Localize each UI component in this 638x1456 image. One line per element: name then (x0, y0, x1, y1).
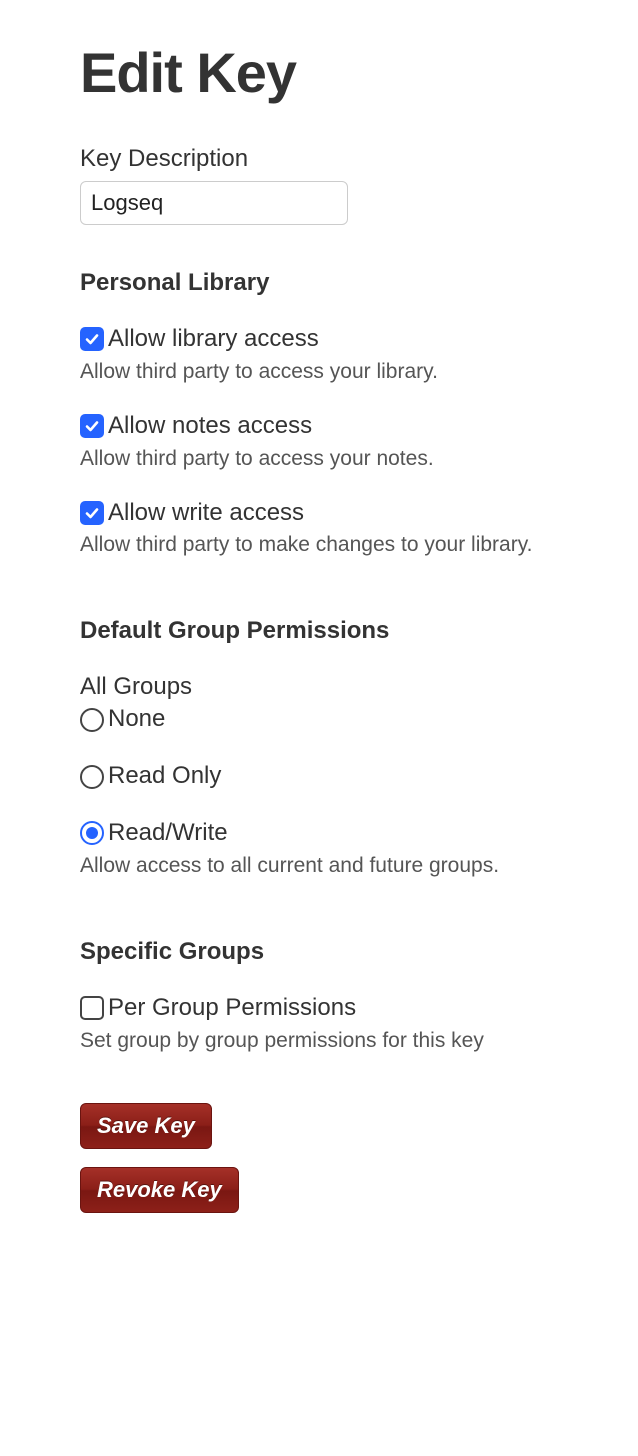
allow-library-access-checkbox[interactable] (80, 327, 104, 351)
group-perm-none-radio[interactable] (80, 708, 104, 732)
group-perm-readwrite-label: Read/Write (108, 819, 228, 848)
page-title: Edit Key (80, 40, 638, 105)
specific-groups-heading: Specific Groups (80, 938, 638, 966)
group-perm-readwrite-desc: Allow access to all current and future g… (80, 854, 638, 878)
group-perm-readwrite-radio[interactable] (80, 821, 104, 845)
allow-library-access-label: Allow library access (108, 325, 319, 354)
allow-write-access-desc: Allow third party to make changes to you… (80, 533, 638, 557)
allow-write-access-label: Allow write access (108, 499, 304, 528)
per-group-permissions-desc: Set group by group permissions for this … (80, 1029, 638, 1053)
revoke-key-button[interactable]: Revoke Key (80, 1167, 239, 1213)
group-perm-none-label: None (108, 705, 165, 734)
allow-notes-access-label: Allow notes access (108, 412, 312, 441)
allow-notes-access-desc: Allow third party to access your notes. (80, 447, 638, 471)
group-perm-readonly-label: Read Only (108, 762, 221, 791)
personal-library-heading: Personal Library (80, 269, 638, 297)
allow-notes-access-checkbox[interactable] (80, 414, 104, 438)
key-description-input[interactable] (80, 181, 348, 225)
group-perm-readonly-radio[interactable] (80, 765, 104, 789)
allow-library-access-desc: Allow third party to access your library… (80, 360, 638, 384)
group-permissions-heading: Default Group Permissions (80, 617, 638, 645)
save-key-button[interactable]: Save Key (80, 1103, 212, 1149)
all-groups-subheading: All Groups (80, 673, 638, 701)
key-description-label: Key Description (80, 145, 638, 173)
per-group-permissions-label: Per Group Permissions (108, 994, 356, 1023)
per-group-permissions-checkbox[interactable] (80, 996, 104, 1020)
allow-write-access-checkbox[interactable] (80, 501, 104, 525)
